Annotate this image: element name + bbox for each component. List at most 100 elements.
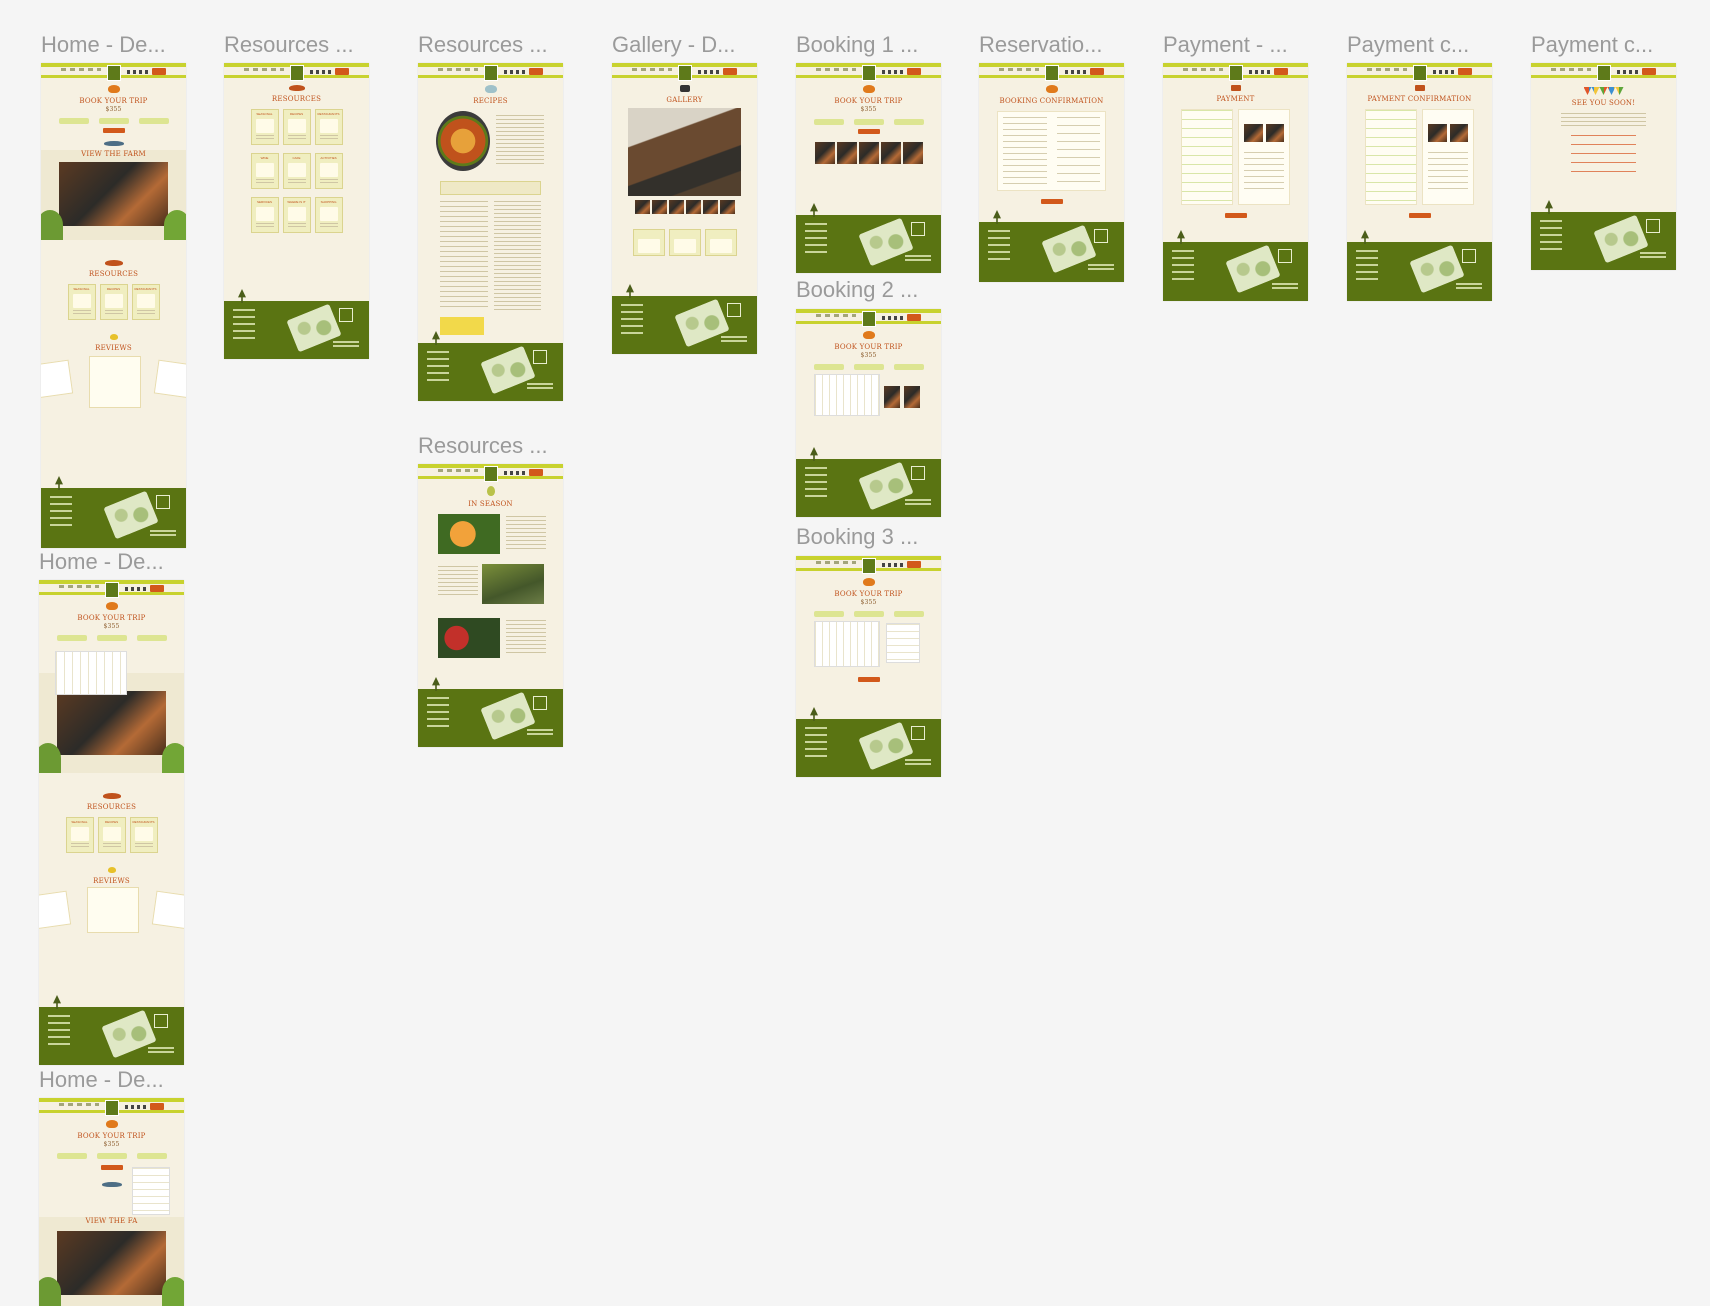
gallery-thumb[interactable] — [668, 200, 684, 214]
resource-card[interactable]: SERVICES — [250, 197, 279, 233]
resource-card[interactable]: WHERE IS IT — [282, 197, 311, 233]
frame-label-booking-1[interactable]: Booking 1 ... — [796, 32, 918, 58]
resource-card[interactable]: WINE — [250, 153, 279, 189]
book-button[interactable] — [907, 561, 921, 568]
payment-form[interactable] — [1181, 109, 1233, 205]
guests-field[interactable] — [893, 119, 924, 125]
frame-label-payment-confirmation-1[interactable]: Payment c... — [1347, 32, 1469, 58]
guests-dropdown[interactable] — [886, 623, 920, 663]
resource-card[interactable]: RECIPES — [282, 109, 311, 145]
card-label: RESTAURANTS — [317, 112, 340, 116]
resource-card[interactable]: RECIPES — [99, 284, 128, 320]
book-button[interactable] — [1090, 68, 1104, 75]
resource-card[interactable]: SHOPPING — [314, 197, 343, 233]
resource-card[interactable]: ACTIVITIES — [314, 153, 343, 189]
check-availability-button[interactable] — [102, 128, 125, 133]
frame-booking-3[interactable]: BOOK YOUR TRIP $355 — [796, 556, 941, 777]
camera-icon — [679, 85, 690, 92]
guests-dropdown[interactable] — [132, 1167, 170, 1215]
book-button[interactable] — [150, 1103, 164, 1110]
frame-payment-confirmation[interactable]: PAYMENT CONFIRMATION — [1347, 63, 1492, 301]
resource-card[interactable]: RESTAURANTS — [129, 817, 158, 853]
frame-label-home-2[interactable]: Home - De... — [39, 549, 164, 575]
resource-card[interactable]: CAFE — [282, 153, 311, 189]
gallery-thumb[interactable] — [685, 200, 701, 214]
frame-booking-2[interactable]: BOOK YOUR TRIP $355 — [796, 309, 941, 517]
frame-resources[interactable]: RESOURCES SEASONAL RECIPES RESTAURANTS W… — [224, 63, 369, 359]
wallet-icon — [1414, 85, 1425, 91]
section-title: BOOK YOUR TRIP — [79, 97, 148, 105]
card-label: ACTIVITIES — [320, 156, 337, 160]
gallery-thumb[interactable] — [702, 200, 718, 214]
frame-label-resources-1[interactable]: Resources ... — [224, 32, 354, 58]
pay-button[interactable] — [1224, 213, 1247, 218]
frame-home-3[interactable]: BOOK YOUR TRIP $355 VIEW THE FA — [39, 1098, 184, 1306]
resource-card[interactable]: SEASONAL — [67, 284, 96, 320]
frame-label-gallery[interactable]: Gallery - D... — [612, 32, 735, 58]
confirm-button[interactable] — [1040, 199, 1063, 204]
frame-home-1[interactable]: BOOK YOUR TRIP $355 VIEW THE FARM RESOUR… — [41, 63, 186, 548]
price-text: $355 — [103, 1141, 120, 1148]
resource-card[interactable]: SEASONAL — [250, 109, 279, 145]
frame-label-home-3[interactable]: Home - De... — [39, 1067, 164, 1093]
frame-booking-1[interactable]: BOOK YOUR TRIP $355 — [796, 63, 941, 273]
gallery-thumb[interactable] — [651, 200, 667, 214]
resource-card[interactable]: RESTAURANTS — [314, 109, 343, 145]
section-title: VIEW THE FARM — [81, 150, 146, 158]
gallery-card[interactable] — [632, 229, 665, 256]
book-button[interactable] — [907, 68, 921, 75]
checkout-field[interactable] — [853, 119, 884, 125]
section-title: VIEW THE FA — [85, 1217, 138, 1225]
frame-label-payment-confirmation-2[interactable]: Payment c... — [1531, 32, 1653, 58]
book-button[interactable] — [1642, 68, 1656, 75]
book-button[interactable] — [152, 68, 166, 75]
nav-bar — [796, 63, 941, 81]
footer — [41, 476, 186, 548]
gallery-thumb[interactable] — [634, 200, 650, 214]
frame-gallery[interactable]: GALLERY — [612, 63, 757, 354]
resource-card[interactable]: RESTAURANTS — [131, 284, 160, 320]
gallery-card[interactable] — [704, 229, 737, 256]
frame-in-season[interactable]: IN SEASON — [418, 464, 563, 747]
apples-photo — [438, 618, 500, 658]
frame-label-resources-3[interactable]: Resources ... — [418, 433, 548, 459]
frame-recipes[interactable]: RECIPES — [418, 63, 563, 401]
book-button[interactable] — [723, 68, 737, 75]
book-button[interactable] — [150, 585, 164, 592]
book-button[interactable] — [907, 314, 921, 321]
section-title: IN SEASON — [468, 500, 513, 508]
confirm-button[interactable] — [1408, 213, 1431, 218]
frame-label-home-1[interactable]: Home - De... — [41, 32, 166, 58]
date-picker[interactable] — [814, 621, 880, 667]
guests-field[interactable] — [138, 118, 169, 124]
price-text: $355 — [860, 599, 877, 606]
frame-see-you-soon[interactable]: SEE YOU SOON! — [1531, 63, 1676, 270]
frame-label-reservation[interactable]: Reservatio... — [979, 32, 1103, 58]
check-availability-button[interactable] — [857, 677, 880, 682]
checkin-field[interactable] — [58, 118, 89, 124]
frame-booking-confirmation[interactable]: BOOKING CONFIRMATION — [979, 63, 1124, 282]
book-button[interactable] — [335, 68, 349, 75]
frame-label-payment[interactable]: Payment - ... — [1163, 32, 1288, 58]
gallery-thumb[interactable] — [719, 200, 735, 214]
frame-home-2[interactable]: BOOK YOUR TRIP $355 RESOURCES SEASONAL R… — [39, 580, 184, 1065]
section-title: SEE YOU SOON! — [1571, 99, 1636, 107]
gallery-main-photo[interactable] — [628, 108, 741, 196]
resource-card[interactable]: RECIPES — [97, 817, 126, 853]
check-availability-button[interactable] — [857, 129, 880, 134]
book-button[interactable] — [1458, 68, 1472, 75]
nav-bar — [979, 63, 1124, 81]
gallery-card[interactable] — [668, 229, 701, 256]
book-button[interactable] — [529, 68, 543, 75]
frame-payment[interactable]: PAYMENT — [1163, 63, 1308, 301]
date-picker[interactable] — [814, 374, 880, 416]
resource-card[interactable]: SEASONAL — [65, 817, 94, 853]
checkout-field[interactable] — [98, 118, 129, 124]
frame-label-resources-2[interactable]: Resources ... — [418, 32, 548, 58]
book-button[interactable] — [1274, 68, 1288, 75]
frame-label-booking-3[interactable]: Booking 3 ... — [796, 524, 918, 550]
date-picker[interactable] — [55, 651, 127, 695]
checkin-field[interactable] — [813, 119, 844, 125]
frame-label-booking-2[interactable]: Booking 2 ... — [796, 277, 918, 303]
book-button[interactable] — [529, 469, 543, 476]
